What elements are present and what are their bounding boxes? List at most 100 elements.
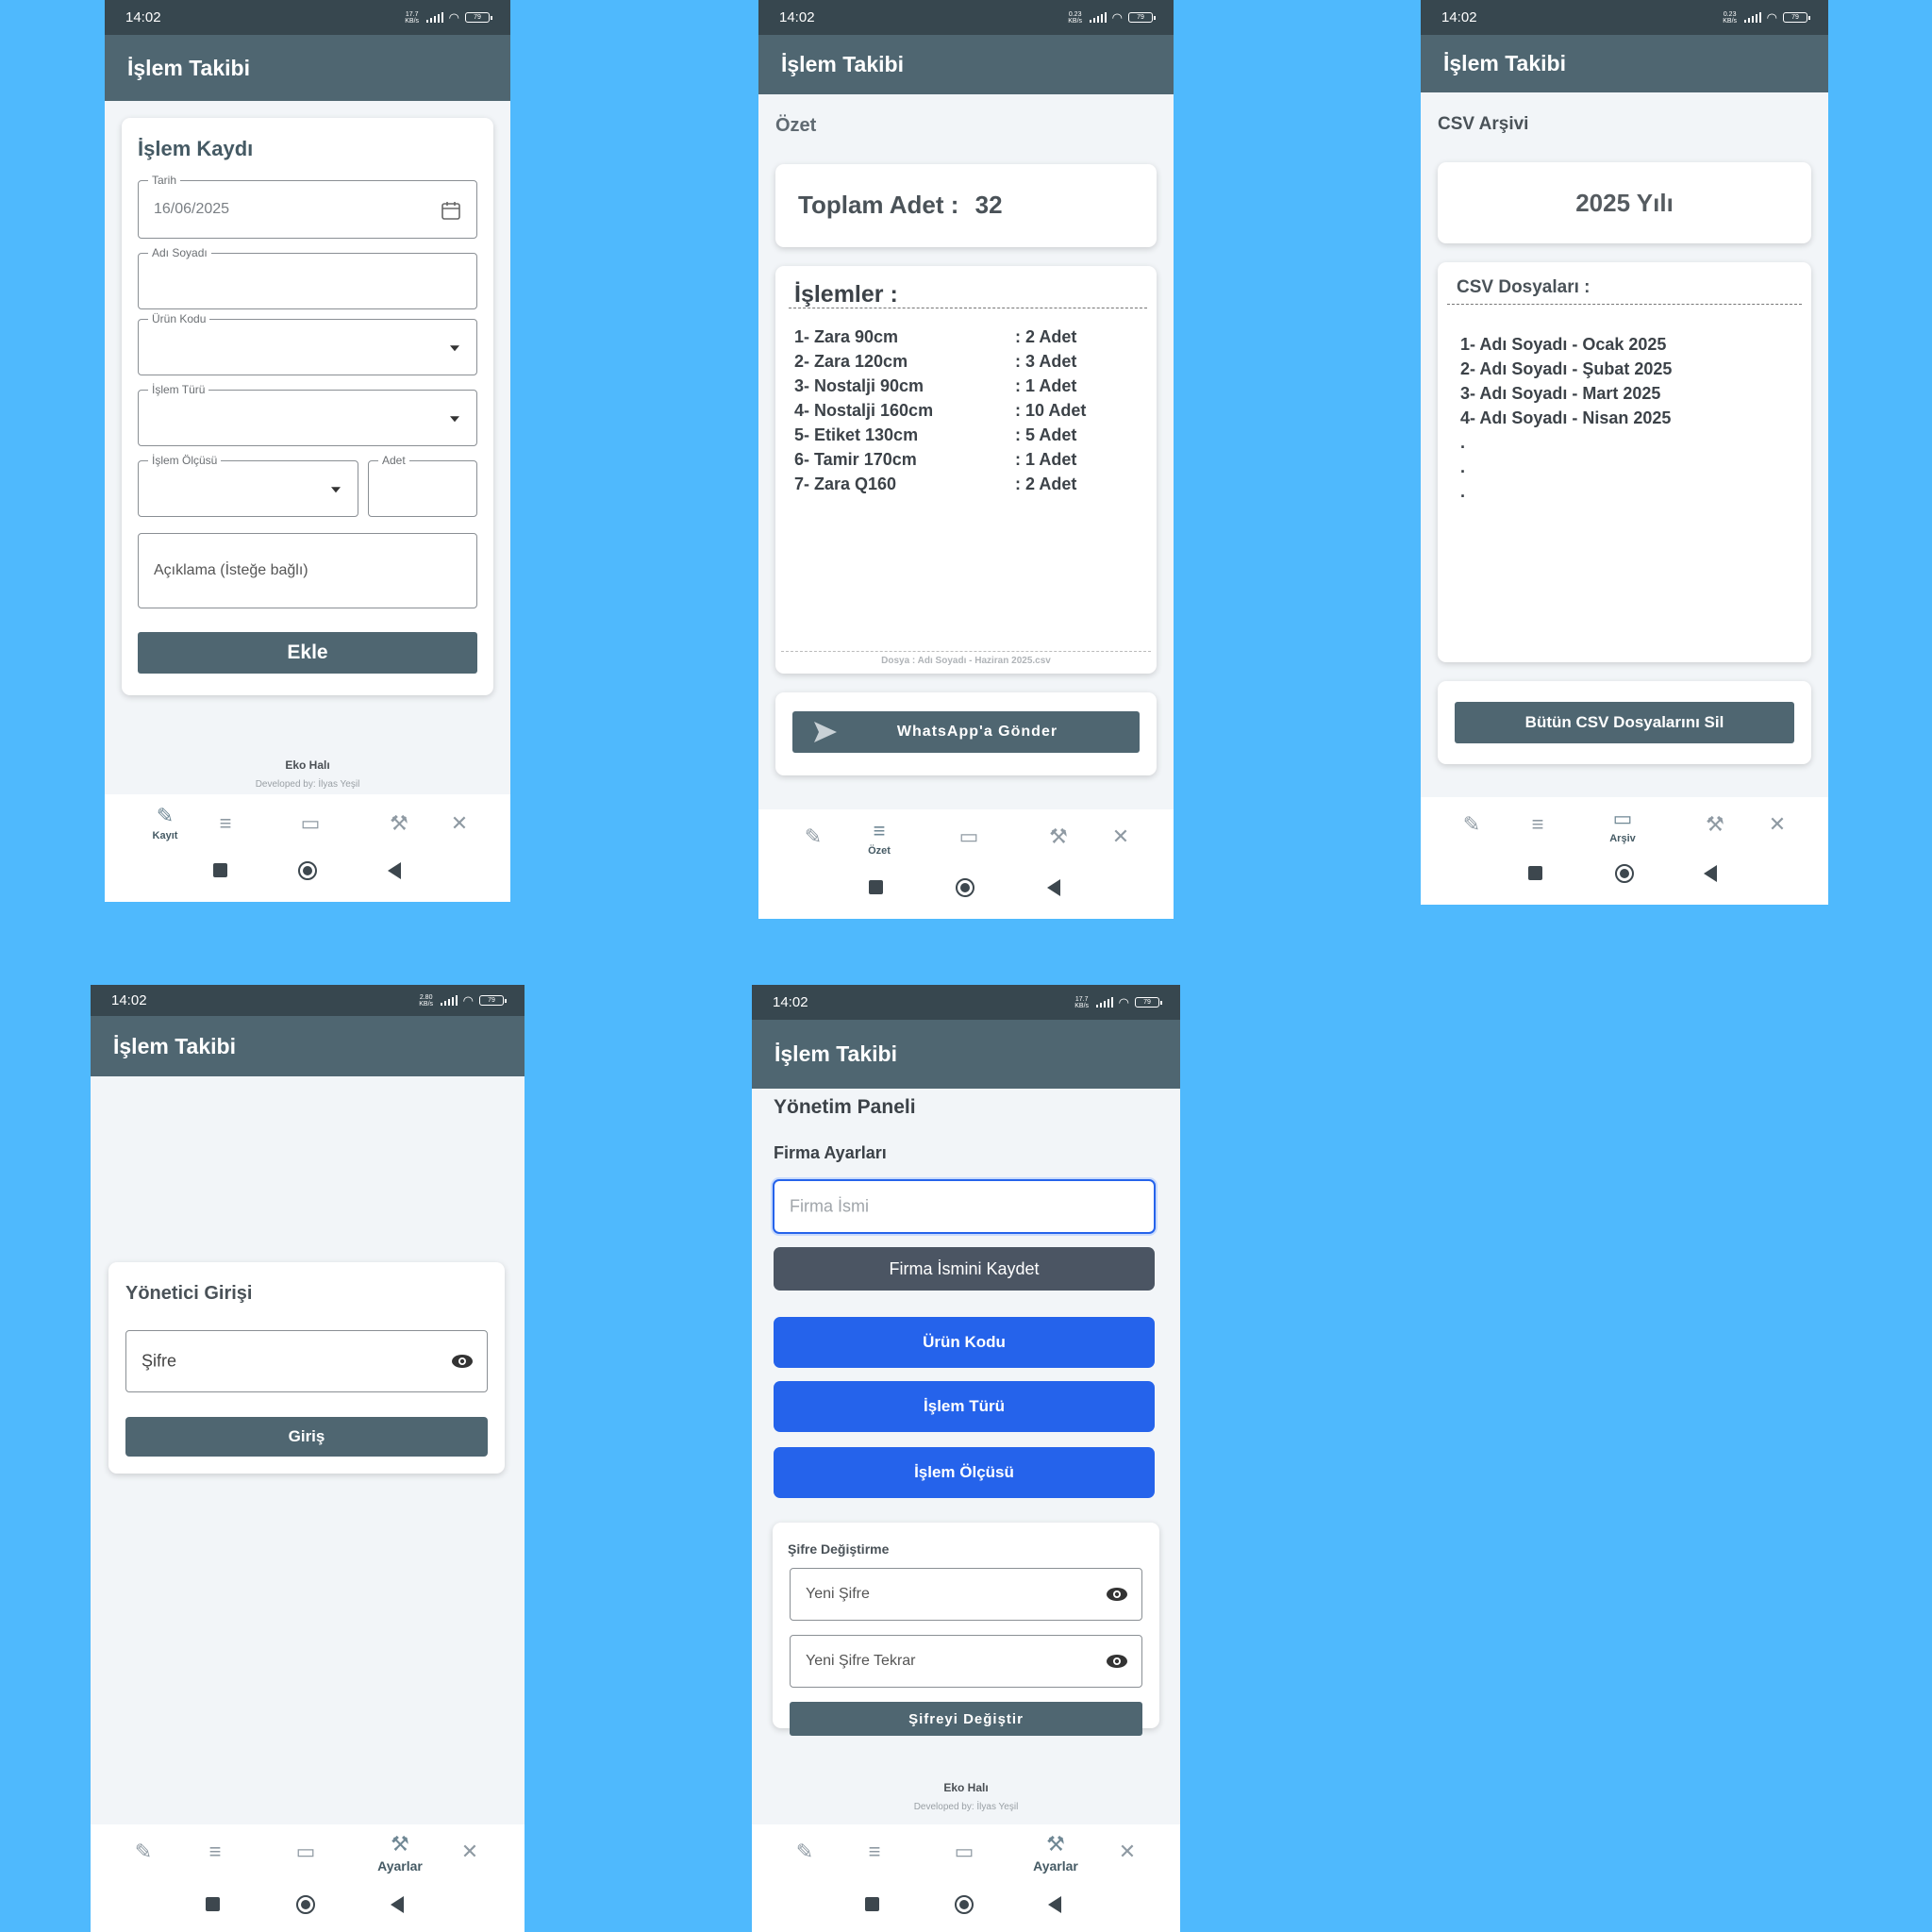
- nav-summary[interactable]: ≡: [207, 811, 244, 836]
- change-password-label: Şifreyi Değiştir: [908, 1710, 1024, 1727]
- nav-close[interactable]: ✕: [1108, 1840, 1146, 1864]
- close-icon: ✕: [460, 1840, 479, 1863]
- note-placeholder: Açıklama (İsteğe bağlı): [154, 562, 308, 578]
- home-button[interactable]: [955, 1895, 974, 1914]
- quantity-label: Adet: [378, 454, 409, 467]
- password-field[interactable]: Şifre: [125, 1330, 488, 1392]
- operation-size-select[interactable]: İşlem Ölçüsü: [138, 454, 358, 517]
- wrench-icon: ⚒: [1706, 812, 1724, 836]
- nav-close[interactable]: ✕: [1758, 812, 1796, 837]
- eye-icon[interactable]: [1106, 1654, 1128, 1669]
- pencil-icon: ✎: [134, 1840, 153, 1863]
- note-field[interactable]: Açıklama (İsteğe bağlı): [138, 533, 477, 608]
- nav-close[interactable]: ✕: [441, 811, 478, 836]
- eye-icon[interactable]: [451, 1354, 474, 1369]
- app-title: İşlem Takibi: [774, 1041, 897, 1066]
- wrench-icon: ⚒: [1046, 1832, 1065, 1856]
- nav-settings-label: Ayarlar: [377, 1858, 423, 1874]
- nav-summary[interactable]: ≡ Özet: [853, 819, 906, 857]
- home-button[interactable]: [298, 861, 317, 880]
- change-password-button[interactable]: Şifreyi Değiştir: [790, 1702, 1142, 1736]
- calendar-icon[interactable]: [441, 200, 461, 221]
- operations-card: İşlemler : 1- Zara 90cm: 2 Adet 2- Zara 1…: [775, 266, 1157, 674]
- nav-settings[interactable]: ⚒: [1040, 824, 1077, 849]
- status-time: 14:02: [779, 9, 815, 25]
- home-button[interactable]: [956, 878, 974, 897]
- total-value: 32: [974, 191, 1003, 219]
- nav-settings[interactable]: ⚒: [380, 811, 418, 836]
- archive-icon: ▭: [1612, 807, 1633, 830]
- operation-size-button[interactable]: İşlem Ölçüsü: [774, 1447, 1155, 1498]
- new-password-repeat-field[interactable]: Yeni Şifre Tekrar: [790, 1635, 1142, 1688]
- operation-type-select[interactable]: İşlem Türü: [138, 383, 477, 446]
- product-code-select[interactable]: Ürün Kodu: [138, 312, 477, 375]
- back-button[interactable]: [1048, 1896, 1061, 1913]
- nav-archive[interactable]: ▭: [950, 824, 988, 849]
- firm-name-placeholder: Firma İsmi: [790, 1196, 869, 1216]
- total-row: Toplam Adet : 32: [798, 191, 1003, 220]
- login-button-label: Giriş: [288, 1427, 325, 1445]
- home-button[interactable]: [1615, 864, 1634, 883]
- operation-type-label: İşlem Türü: [148, 383, 209, 396]
- nav-record[interactable]: ✎: [125, 1840, 162, 1864]
- back-button[interactable]: [388, 862, 401, 879]
- title-divider: [1447, 304, 1802, 305]
- nav-settings[interactable]: ⚒ Ayarlar: [370, 1832, 430, 1874]
- nav-record[interactable]: ✎: [786, 1840, 824, 1864]
- battery-icon: 79: [465, 12, 492, 23]
- close-icon: ✕: [1111, 824, 1130, 848]
- eye-icon[interactable]: [1106, 1587, 1128, 1602]
- recents-button[interactable]: [206, 1897, 220, 1911]
- nav-close[interactable]: ✕: [1102, 824, 1140, 849]
- product-code-button[interactable]: Ürün Kodu: [774, 1317, 1155, 1368]
- archive-icon: ▭: [958, 824, 979, 848]
- list-icon: ≡: [208, 1840, 222, 1863]
- recents-button[interactable]: [869, 880, 883, 894]
- csv-file-item: 1- Adı Soyadı - Ocak 2025: [1460, 335, 1667, 354]
- nav-record[interactable]: ✎: [1453, 812, 1491, 837]
- firm-name-input[interactable]: Firma İsmi: [773, 1179, 1156, 1234]
- recents-button[interactable]: [1528, 866, 1542, 880]
- app-title: İşlem Takibi: [127, 55, 250, 80]
- nav-close[interactable]: ✕: [451, 1840, 489, 1864]
- delete-all-csv-button[interactable]: Bütün CSV Dosyalarını Sil: [1455, 702, 1794, 743]
- recents-button[interactable]: [213, 863, 227, 877]
- nav-settings[interactable]: ⚒ Ayarlar: [1025, 1832, 1086, 1874]
- operation-name: 2- Zara 120cm: [794, 352, 908, 371]
- back-button[interactable]: [1047, 879, 1060, 896]
- name-field[interactable]: Adı Soyadı: [138, 246, 477, 309]
- operation-row: 3- Nostalji 90cm: 1 Adet: [794, 374, 1147, 398]
- app-bar: İşlem Takibi: [1421, 35, 1828, 92]
- whatsapp-send-label: WhatsApp'a Gönder: [896, 724, 1058, 740]
- login-button[interactable]: Giriş: [125, 1417, 488, 1457]
- add-button[interactable]: Ekle: [138, 632, 477, 674]
- phone-screen-record: 14:02 17.7 KB/s ◠ 79 İşlem Takibi İşlem …: [105, 0, 510, 902]
- nav-archive[interactable]: ▭ Arşiv: [1596, 807, 1649, 844]
- home-button[interactable]: [296, 1895, 315, 1914]
- new-password-field[interactable]: Yeni Şifre: [790, 1568, 1142, 1621]
- battery-icon: 79: [479, 995, 507, 1006]
- back-button[interactable]: [1704, 865, 1717, 882]
- nav-summary[interactable]: ≡: [856, 1840, 893, 1864]
- operation-type-button[interactable]: İşlem Türü: [774, 1381, 1155, 1432]
- nav-record[interactable]: ✎ Kayıt: [141, 804, 190, 841]
- status-bar: 14:02 0.23 KB/s ◠ 79: [758, 0, 1174, 35]
- date-field[interactable]: Tarih 16/06/2025: [138, 174, 477, 239]
- save-firm-name-button[interactable]: Firma İsmini Kaydet: [774, 1247, 1155, 1291]
- network-speed: 0.23 KB/s: [1723, 10, 1738, 25]
- date-value: 16/06/2025: [154, 201, 230, 217]
- firm-settings-title: Firma Ayarları: [774, 1143, 887, 1162]
- back-button[interactable]: [391, 1896, 404, 1913]
- nav-archive[interactable]: ▭: [945, 1840, 983, 1864]
- whatsapp-send-button[interactable]: WhatsApp'a Gönder: [792, 711, 1140, 753]
- quantity-field[interactable]: Adet: [368, 454, 477, 517]
- nav-archive[interactable]: ▭: [291, 811, 329, 836]
- recents-button[interactable]: [865, 1897, 879, 1911]
- nav-settings[interactable]: ⚒: [1696, 812, 1734, 837]
- nav-archive[interactable]: ▭: [287, 1840, 325, 1864]
- nav-record[interactable]: ✎: [794, 824, 832, 849]
- operation-name: 1- Zara 90cm: [794, 327, 899, 346]
- nav-summary[interactable]: ≡: [196, 1840, 234, 1864]
- operation-row: 5- Etiket 130cm: 5 Adet: [794, 423, 1147, 447]
- nav-summary[interactable]: ≡: [1519, 812, 1557, 837]
